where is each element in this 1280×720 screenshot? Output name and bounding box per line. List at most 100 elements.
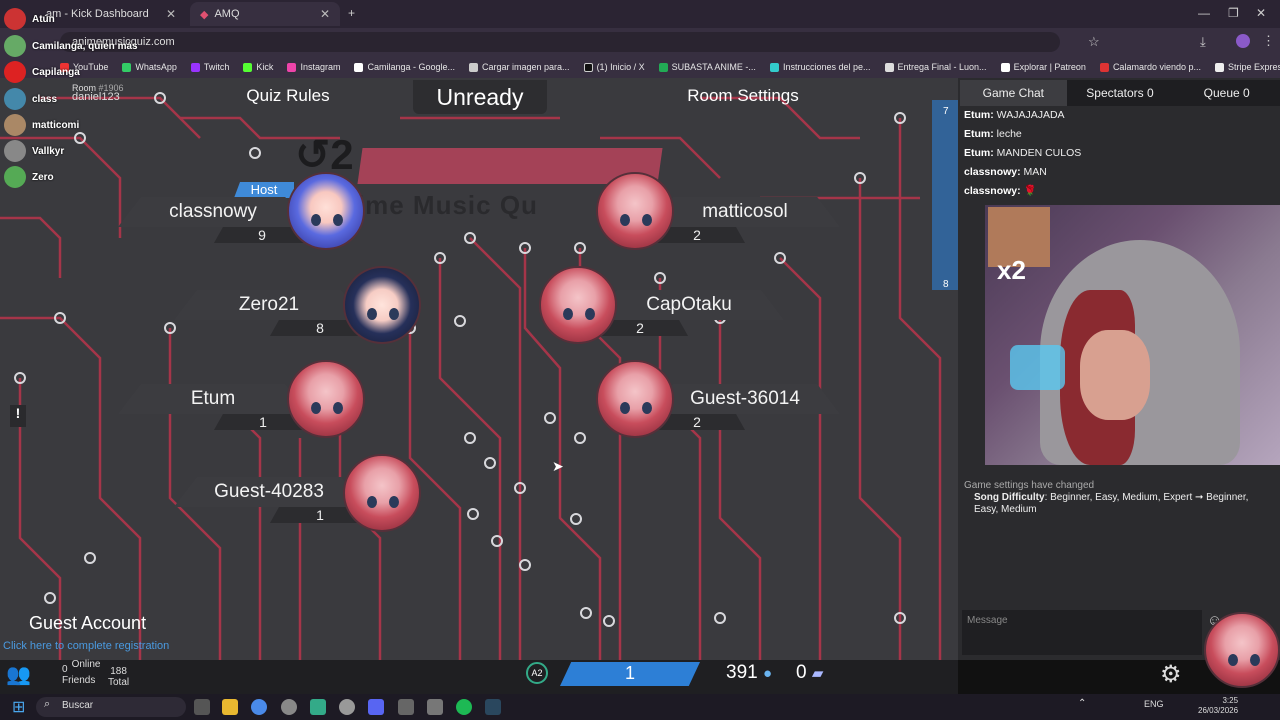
bookmark-whatsapp[interactable]: WhatsApp: [122, 62, 177, 72]
tab-amq[interactable]: ◆ AMQ ✕: [190, 2, 340, 26]
friends-icon[interactable]: 👥: [6, 662, 31, 687]
level-badge-icon[interactable]: A2: [526, 662, 548, 684]
tab-spectators[interactable]: Spectators 0: [1067, 80, 1174, 106]
bookmark-kick[interactable]: Kick: [243, 62, 273, 72]
bookmark-stripe[interactable]: Stripe Express: [1215, 62, 1280, 72]
player-name-plate[interactable]: Zero21: [174, 290, 364, 320]
whatsapp-icon: [122, 62, 132, 72]
player-avatar[interactable]: [596, 360, 674, 438]
avatar-eye: [585, 308, 595, 320]
player-score: 2: [693, 414, 701, 430]
tab-kick-dashboard[interactable]: am - Kick Dashboard ✕: [36, 2, 186, 26]
overlay-item: Capilanga: [4, 61, 80, 83]
player-name-plate[interactable]: CapOtaku: [594, 290, 784, 320]
taskbar-clock[interactable]: 3:25 26/03/2026: [1198, 696, 1238, 716]
spotify-icon[interactable]: [456, 699, 472, 715]
app-icon[interactable]: [310, 699, 326, 715]
tab-queue[interactable]: Queue 0: [1173, 80, 1280, 106]
player-name-plate[interactable]: matticosol: [650, 197, 840, 227]
player-score: 8: [316, 320, 324, 336]
chat-user[interactable]: Etum:: [964, 147, 994, 159]
tab-game-chat[interactable]: Game Chat: [960, 80, 1067, 106]
amq-favicon-icon: ◆: [200, 8, 209, 21]
player-name-plate[interactable]: Etum: [118, 384, 308, 414]
quiz-rules-button[interactable]: Quiz Rules: [240, 82, 336, 110]
avatar-eye: [642, 402, 652, 414]
bookmark-label: Instagram: [300, 62, 341, 72]
overlay-label: Capilanga: [32, 66, 80, 78]
restore-icon[interactable]: ❐: [1228, 6, 1239, 20]
tickets-number: 0: [796, 662, 807, 683]
chat-user[interactable]: classnowy:: [964, 166, 1021, 178]
room-settings-button[interactable]: Room Settings: [680, 82, 806, 110]
mouse-cursor-icon: ➤: [552, 458, 564, 474]
tray-chevron-icon[interactable]: ⌃: [1078, 698, 1086, 709]
chat-user[interactable]: classnowy:: [964, 185, 1021, 197]
chat-user[interactable]: Etum:: [964, 109, 994, 121]
player-score: 1: [316, 507, 324, 523]
instagram-icon: [287, 62, 297, 72]
player-avatar[interactable]: [287, 172, 365, 250]
player-name-plate[interactable]: classnowy: [118, 197, 308, 227]
note-coin-icon: ●: [762, 665, 773, 682]
tab-close-icon[interactable]: ✕: [320, 7, 330, 21]
bookmark-entrega[interactable]: Entrega Final - Luon...: [884, 62, 987, 72]
app-icon[interactable]: [398, 699, 414, 715]
complete-registration-link[interactable]: Click here to complete registration: [3, 640, 169, 652]
chat-message: classnowy: 🌹: [964, 182, 1264, 201]
chrome-icon[interactable]: [251, 699, 267, 715]
unready-button[interactable]: Unready: [413, 80, 547, 114]
task-view-icon[interactable]: [194, 699, 210, 715]
room-owner: daniel123: [72, 91, 120, 103]
language-indicator[interactable]: ENG: [1144, 699, 1164, 709]
minimize-icon[interactable]: —: [1198, 6, 1210, 20]
avatar-eye: [333, 214, 343, 226]
bookmark-camilanga[interactable]: Camilanga - Google...: [354, 62, 455, 72]
avatar-eye: [642, 214, 652, 226]
profile-avatar[interactable]: [1236, 34, 1250, 48]
chat-text: leche: [996, 128, 1022, 140]
steam-icon[interactable]: [485, 699, 501, 715]
chat-user[interactable]: Etum:: [964, 128, 994, 140]
bookmark-patreon[interactable]: Explorar | Patreon: [1000, 62, 1086, 72]
download-icon[interactable]: ⤓: [1200, 34, 1206, 50]
bookmark-twitch[interactable]: Twitch: [190, 62, 229, 72]
chat-message-input[interactable]: Message: [962, 610, 1202, 655]
folder-icon[interactable]: [222, 699, 238, 715]
overlay-avatar: [4, 8, 26, 30]
close-window-icon[interactable]: ✕: [1256, 6, 1266, 20]
bookmark-cargar-imagen[interactable]: Cargar imagen para...: [469, 62, 570, 72]
windows-start-icon[interactable]: ⊞: [12, 697, 25, 717]
discord-icon[interactable]: [368, 699, 384, 715]
chatgpt-icon: [769, 62, 779, 72]
player-name-plate[interactable]: Guest-36014: [650, 384, 840, 414]
address-input[interactable]: animemusicquiz.com: [60, 32, 1060, 52]
bookmark-calamardo[interactable]: Calamardo viendo p...: [1099, 62, 1201, 72]
player-avatar[interactable]: [343, 266, 421, 344]
bookmark-subasta[interactable]: SUBASTA ANIME -...: [658, 62, 756, 72]
user-avatar[interactable]: [1204, 612, 1280, 688]
player-avatar[interactable]: [596, 172, 674, 250]
player-avatar[interactable]: [287, 360, 365, 438]
bookmark-star-icon[interactable]: ☆: [1088, 34, 1100, 50]
settings-app-icon[interactable]: [339, 699, 355, 715]
obs-icon[interactable]: [281, 699, 297, 715]
settings-gear-icon[interactable]: ⚙: [1160, 660, 1182, 689]
tab-close-icon[interactable]: ✕: [166, 7, 176, 21]
app-icon[interactable]: [427, 699, 443, 715]
taskbar-search-input[interactable]: Buscar: [36, 697, 186, 717]
alert-icon[interactable]: !: [10, 405, 26, 427]
bookmark-instagram[interactable]: Instagram: [287, 62, 340, 72]
avatar-eye: [389, 308, 399, 320]
bookmark-instrucciones[interactable]: Instrucciones del pe...: [769, 62, 871, 72]
player-name-plate[interactable]: Guest-40283: [174, 477, 364, 507]
bookmark-x[interactable]: (1) Inicio / X: [583, 62, 645, 72]
menu-kebab-icon[interactable]: ⋮: [1262, 33, 1275, 49]
tab-label: Spectators: [1086, 86, 1144, 100]
new-tab-icon[interactable]: +: [348, 6, 355, 20]
bookmark-label: Cargar imagen para...: [482, 62, 570, 72]
notes-count: 391 ●: [726, 662, 772, 684]
player-avatar[interactable]: [343, 454, 421, 532]
online-number: 0: [62, 664, 68, 675]
player-avatar[interactable]: [539, 266, 617, 344]
